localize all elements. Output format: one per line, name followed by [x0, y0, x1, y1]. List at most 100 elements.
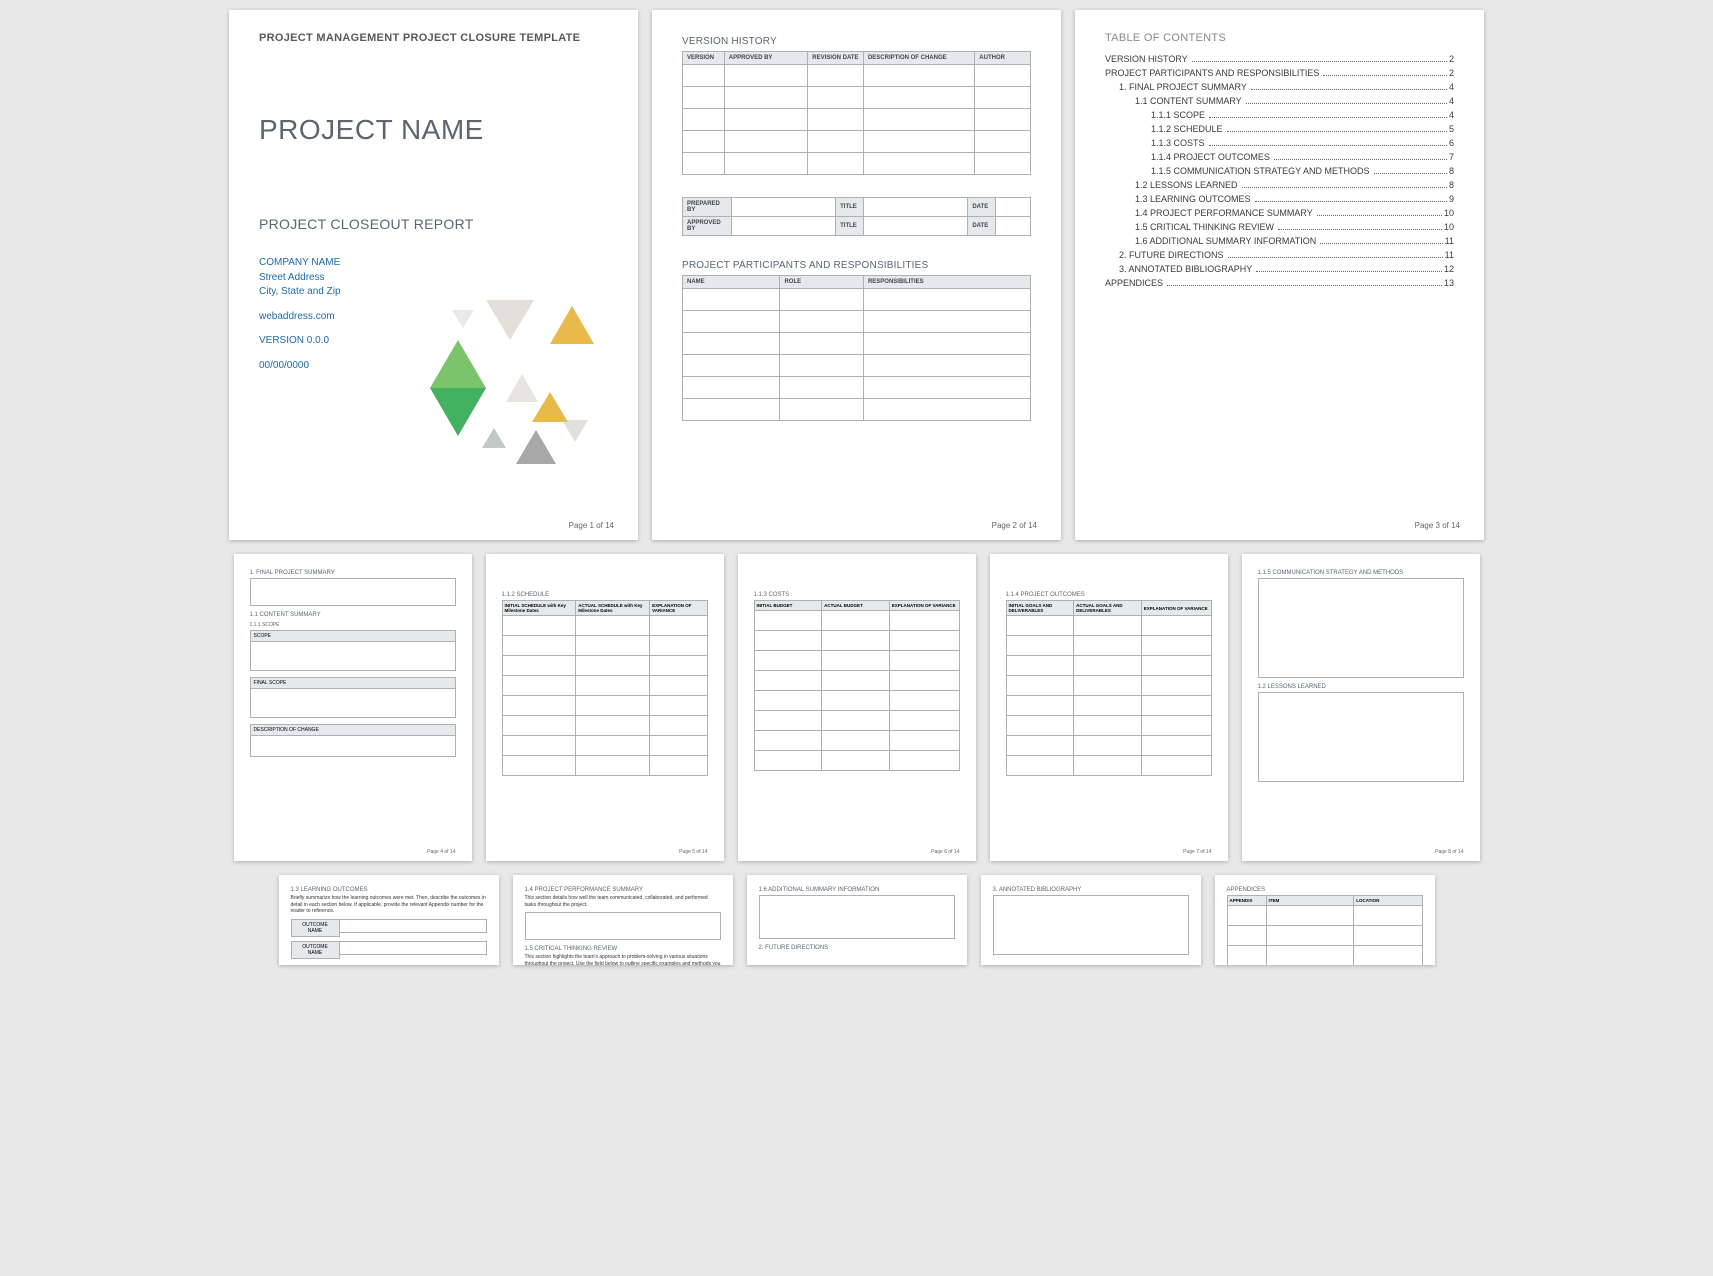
outcomes-table: INITIAL GOALS AND DELIVERABLES ACTUAL GO… — [1006, 600, 1212, 776]
decorative-triangles — [422, 300, 612, 480]
sec-outcomes: 1.1.4 PROJECT OUTCOMES — [1006, 592, 1212, 598]
toc-page: 8 — [1449, 180, 1454, 190]
toc-label: APPENDICES — [1105, 278, 1163, 288]
toc-label: 1.1.4 PROJECT OUTCOMES — [1151, 152, 1270, 162]
toc-page: 2 — [1449, 68, 1454, 78]
toc-page: 11 — [1445, 236, 1454, 246]
toc-dots — [1256, 266, 1442, 272]
company-name: COMPANY NAME — [259, 256, 608, 271]
sec-learning: 1.3 LEARNING OUTCOMES — [291, 887, 487, 893]
toc-item: 2. FUTURE DIRECTIONS 11 — [1105, 250, 1454, 260]
toc-label: PROJECT PARTICIPANTS AND RESPONSIBILITIE… — [1105, 68, 1319, 78]
toc-page: 6 — [1449, 138, 1454, 148]
outcome-name-label-1: OUTCOME NAME — [291, 919, 340, 937]
col-name: NAME — [683, 276, 780, 289]
col-approved-by: APPROVED BY — [724, 52, 808, 65]
toc-page: 12 — [1444, 264, 1454, 274]
page-number: Page 6 of 14 — [931, 849, 959, 855]
participants-table: NAME ROLE RESPONSIBILITIES — [682, 275, 1031, 421]
sec-appendices: APPENDICES — [1227, 887, 1423, 893]
col-responsibilities: RESPONSIBILITIES — [863, 276, 1030, 289]
toc-dots — [1228, 252, 1443, 258]
toc-item: 1.1.4 PROJECT OUTCOMES 7 — [1105, 152, 1454, 162]
toc-dots — [1242, 182, 1447, 188]
row-prepared-by: PREPARED BY — [683, 198, 732, 217]
toc-label: 2. FUTURE DIRECTIONS — [1119, 250, 1224, 260]
project-title: PROJECT NAME — [259, 114, 608, 146]
street-address: Street Address — [259, 271, 608, 286]
sec-content-summary: 1.1 CONTENT SUMMARY — [250, 612, 456, 618]
toc-label: VERSION HISTORY — [1105, 54, 1188, 64]
appendices-table: APPENDIX ITEM LOCATION — [1227, 895, 1423, 965]
toc-page: 10 — [1444, 222, 1454, 232]
page-7-outcomes: 1.1.4 PROJECT OUTCOMES INITIAL GOALS AND… — [990, 554, 1228, 861]
learning-body: Briefly summarize how the learning outco… — [291, 895, 487, 915]
toc-dots — [1167, 280, 1442, 286]
toc-item: APPENDICES13 — [1105, 278, 1454, 288]
col-date-1: DATE — [968, 198, 996, 217]
toc-label: 1.6 ADDITIONAL SUMMARY INFORMATION — [1135, 236, 1316, 246]
toc-item: 1.6 ADDITIONAL SUMMARY INFORMATION 11 — [1105, 236, 1454, 246]
page-9-learning-outcomes: 1.3 LEARNING OUTCOMES Briefly summarize … — [279, 875, 499, 965]
toc-list: VERSION HISTORY 2 PROJECT PARTICIPANTS AND… — [1105, 54, 1454, 288]
toc-item: 1.2 LESSONS LEARNED 8 — [1105, 180, 1454, 190]
sec-critical: 1.5 CRITICAL THINKING REVIEW — [525, 946, 721, 952]
toc-label: 1.1.3 COSTS — [1151, 138, 1205, 148]
col-role: ROLE — [780, 276, 864, 289]
page-number: Page 4 of 14 — [427, 849, 455, 855]
toc-page: 11 — [1445, 250, 1454, 260]
participants-title: PROJECT PARTICIPANTS AND RESPONSIBILITIE… — [682, 260, 1031, 271]
toc-page: 5 — [1449, 124, 1454, 134]
page-number: Page 5 of 14 — [679, 849, 707, 855]
page-number: Page 7 of 14 — [1183, 849, 1211, 855]
col-title-1: TITLE — [836, 198, 864, 217]
toc-page: 4 — [1449, 82, 1454, 92]
toc-label: 1.4 PROJECT PERFORMANCE SUMMARY — [1135, 208, 1313, 218]
toc-label: 1.1 CONTENT SUMMARY — [1135, 96, 1242, 106]
toc-dots — [1374, 168, 1447, 174]
toc-title: TABLE OF CONTENTS — [1105, 32, 1454, 44]
toc-page: 8 — [1449, 166, 1454, 176]
page-10-performance: 1.4 PROJECT PERFORMANCE SUMMARY This sec… — [513, 875, 733, 965]
toc-item: VERSION HISTORY 2 — [1105, 54, 1454, 64]
page-12-bibliography: 3. ANNOTATED BIBLIOGRAPHY — [981, 875, 1201, 965]
page-1-cover: PROJECT MANAGEMENT PROJECT CLOSURE TEMPL… — [229, 10, 638, 540]
page-6-costs: 1.1.3 COSTS INITIAL BUDGET ACTUAL BUDGET… — [738, 554, 976, 861]
toc-label: 1.5 CRITICAL THINKING REVIEW — [1135, 222, 1274, 232]
toc-label: 1.2 LESSONS LEARNED — [1135, 180, 1238, 190]
sec-costs: 1.1.3 COSTS — [754, 592, 960, 598]
page-8-comm-lessons: 1.1.5 COMMUNICATION STRATEGY AND METHODS… — [1242, 554, 1480, 861]
toc-item: 1.1 CONTENT SUMMARY4 — [1105, 96, 1454, 106]
toc-dots — [1317, 210, 1442, 216]
toc-dots — [1192, 56, 1447, 62]
schedule-table: INITIAL SCHEDULE with Key Milestone Date… — [502, 600, 708, 776]
toc-dots — [1209, 112, 1447, 118]
page-2-version-history: VERSION HISTORY VERSION APPROVED BY REVI… — [652, 10, 1061, 540]
toc-dots — [1278, 224, 1442, 230]
col-revision-date: REVISION DATE — [808, 52, 864, 65]
toc-dots — [1320, 238, 1442, 244]
row-approved-by: APPROVED BY — [683, 217, 732, 236]
sec-performance: 1.4 PROJECT PERFORMANCE SUMMARY — [525, 887, 721, 893]
toc-page: 4 — [1449, 110, 1454, 120]
sec-bibliography: 3. ANNOTATED BIBLIOGRAPHY — [993, 887, 1189, 893]
version-history-title: VERSION HISTORY — [682, 36, 1031, 47]
toc-label: 1.1.2 SCHEDULE — [1151, 124, 1223, 134]
toc-item: 1.1.1 SCOPE 4 — [1105, 110, 1454, 120]
template-header: PROJECT MANAGEMENT PROJECT CLOSURE TEMPL… — [259, 32, 608, 44]
page-13-appendices: APPENDICES APPENDIX ITEM LOCATION — [1215, 875, 1435, 965]
toc-dots — [1246, 98, 1447, 104]
toc-label: 1.1.1 SCOPE — [1151, 110, 1205, 120]
toc-page: 2 — [1449, 54, 1454, 64]
page-3-toc: TABLE OF CONTENTS VERSION HISTORY 2 PROJEC… — [1075, 10, 1484, 540]
toc-item: 1.1.5 COMMUNICATION STRATEGY AND METHODS… — [1105, 166, 1454, 176]
toc-dots — [1209, 140, 1447, 146]
toc-item: 1.1.3 COSTS 6 — [1105, 138, 1454, 148]
toc-item: PROJECT PARTICIPANTS AND RESPONSIBILITIE… — [1105, 68, 1454, 78]
version-history-table: VERSION APPROVED BY REVISION DATE DESCRI… — [682, 51, 1031, 175]
col-version: VERSION — [683, 52, 725, 65]
toc-label: 1.3 LEARNING OUTCOMES — [1135, 194, 1251, 204]
page-11-additional: 1.6 ADDITIONAL SUMMARY INFORMATION 2. FU… — [747, 875, 967, 965]
toc-page: 7 — [1449, 152, 1454, 162]
sec-schedule: 1.1.2 SCHEDULE — [502, 592, 708, 598]
